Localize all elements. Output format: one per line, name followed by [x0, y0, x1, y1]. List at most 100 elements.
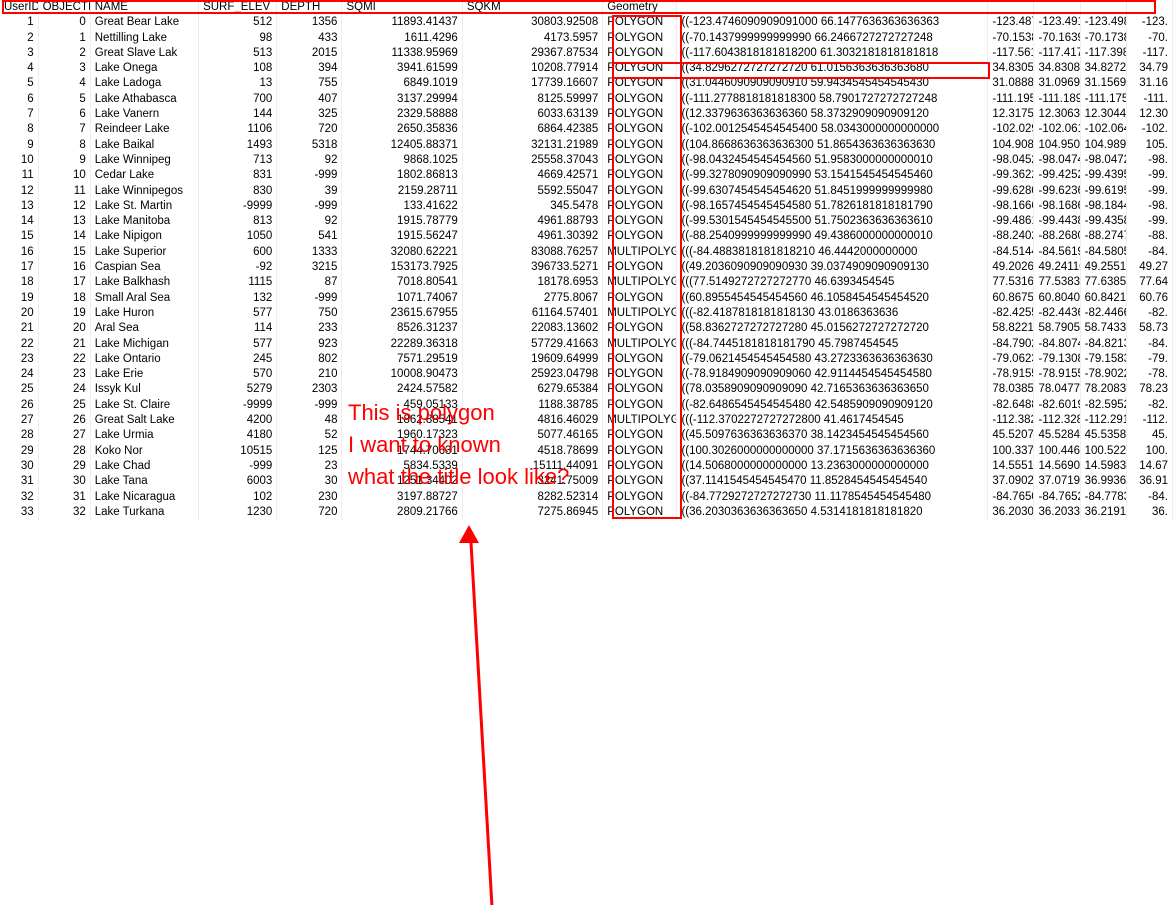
cell[interactable]: Great Bear Lake: [90, 15, 198, 30]
cell[interactable]: 407: [277, 92, 342, 107]
table-row[interactable]: 1413Lake Manitoba813921915.787794961.887…: [0, 214, 1173, 229]
cell[interactable]: 11893.41437: [342, 15, 462, 30]
table-row[interactable]: 2524Issyk Kul527923032424.575826279.6538…: [0, 382, 1173, 397]
table-row[interactable]: 1615Lake Superior600133332080.6222183088…: [0, 245, 1173, 260]
cell[interactable]: 1744.70631: [342, 444, 462, 459]
cell[interactable]: 33: [0, 505, 38, 520]
cell[interactable]: ((-99.5301545454545500 51.75023636363636…: [677, 214, 988, 229]
cell[interactable]: -98.: [1126, 199, 1172, 214]
col-surf[interactable]: SURF_ELEV: [199, 0, 277, 15]
cell[interactable]: 28: [38, 444, 90, 459]
cell[interactable]: Lake Vanern: [90, 107, 198, 122]
cell[interactable]: -999: [277, 199, 342, 214]
cell[interactable]: 25558.37043: [462, 153, 602, 168]
cell[interactable]: POLYGON: [603, 398, 677, 413]
cell[interactable]: ((78.0358909090909090 42.716536363636365…: [677, 382, 988, 397]
cell[interactable]: 27: [38, 428, 90, 443]
cell[interactable]: -79.1308: [1034, 352, 1080, 367]
cell[interactable]: 32080.62221: [342, 245, 462, 260]
cell[interactable]: 14.59831: [1080, 459, 1126, 474]
table-row[interactable]: 2322Lake Ontario2458027571.2951919609.64…: [0, 352, 1173, 367]
cell[interactable]: 396733.5271: [462, 260, 602, 275]
cell[interactable]: -92: [199, 260, 277, 275]
cell[interactable]: -117.: [1126, 46, 1172, 61]
cell[interactable]: 25: [38, 398, 90, 413]
cell[interactable]: 6: [0, 92, 38, 107]
cell[interactable]: (((-82.4187818181818130 43.0186363636: [677, 306, 988, 321]
cell[interactable]: ((31.0446090909090910 59.943454545454543…: [677, 76, 988, 91]
cell[interactable]: Lake Turkana: [90, 505, 198, 520]
cell[interactable]: 78.03855: [988, 382, 1034, 397]
cell[interactable]: -99.4395: [1080, 168, 1126, 183]
cell[interactable]: Lake Baikal: [90, 138, 198, 153]
cell[interactable]: 18178.6953: [462, 275, 602, 290]
cell[interactable]: 18: [0, 275, 38, 290]
cell[interactable]: 34.83055: [988, 61, 1034, 76]
cell[interactable]: 1611.4296: [342, 31, 462, 46]
cell[interactable]: -88.2680: [1034, 229, 1080, 244]
col-extra1[interactable]: [988, 0, 1034, 15]
cell[interactable]: 4816.46029: [462, 413, 602, 428]
cell[interactable]: 1356: [277, 15, 342, 30]
cell[interactable]: 1050: [199, 229, 277, 244]
cell[interactable]: 345.5478: [462, 199, 602, 214]
cell[interactable]: -9999: [199, 398, 277, 413]
cell[interactable]: 4: [38, 76, 90, 91]
cell[interactable]: ((37.1141545454545470 11.852845454545454…: [677, 474, 988, 489]
cell[interactable]: 21: [38, 337, 90, 352]
cell[interactable]: 1188.38785: [462, 398, 602, 413]
cell[interactable]: 144: [199, 107, 277, 122]
cell[interactable]: -79.1583: [1080, 352, 1126, 367]
cell[interactable]: 28: [0, 428, 38, 443]
cell[interactable]: 12405.88371: [342, 138, 462, 153]
cell[interactable]: Lake Onega: [90, 61, 198, 76]
cell[interactable]: -84.7650: [988, 490, 1034, 505]
cell[interactable]: 77.64: [1126, 275, 1172, 290]
cell[interactable]: 36.99360: [1080, 474, 1126, 489]
col-userid[interactable]: UserID: [0, 0, 38, 15]
cell[interactable]: 39: [277, 184, 342, 199]
cell[interactable]: 32131.21989: [462, 138, 602, 153]
cell[interactable]: ((-70.1437999999999990 66.24667272727272…: [677, 31, 988, 46]
cell[interactable]: POLYGON: [603, 15, 677, 30]
cell[interactable]: 1915.56247: [342, 229, 462, 244]
cell[interactable]: -79.0623: [988, 352, 1034, 367]
cell[interactable]: 108: [199, 61, 277, 76]
cell[interactable]: 2775.8067: [462, 291, 602, 306]
cell[interactable]: 104.9891: [1080, 138, 1126, 153]
cell[interactable]: 12.30444: [1080, 107, 1126, 122]
cell[interactable]: 29: [38, 459, 90, 474]
cell[interactable]: 1862.88541: [342, 413, 462, 428]
cell[interactable]: 5: [0, 76, 38, 91]
cell[interactable]: 14: [0, 214, 38, 229]
cell[interactable]: POLYGON: [603, 260, 677, 275]
cell[interactable]: Lake Ladoga: [90, 76, 198, 91]
cell[interactable]: 22: [0, 337, 38, 352]
cell[interactable]: POLYGON: [603, 367, 677, 382]
cell[interactable]: 831: [199, 168, 277, 183]
col-extra2[interactable]: [1034, 0, 1080, 15]
cell[interactable]: -84.8074: [1034, 337, 1080, 352]
cell[interactable]: 10208.77914: [462, 61, 602, 76]
cell[interactable]: 3941.61599: [342, 61, 462, 76]
cell[interactable]: 100.3374: [988, 444, 1034, 459]
cell[interactable]: 577: [199, 306, 277, 321]
cell[interactable]: 600: [199, 245, 277, 260]
cell[interactable]: 233: [277, 321, 342, 336]
cell[interactable]: -84.7902: [988, 337, 1034, 352]
cell[interactable]: -78.: [1126, 367, 1172, 382]
table-row[interactable]: 43Lake Onega1083943941.6159910208.77914P…: [0, 61, 1173, 76]
cell[interactable]: 1071.74067: [342, 291, 462, 306]
cell[interactable]: MULTIPOLYGON: [603, 413, 677, 428]
col-extra4[interactable]: [1126, 0, 1172, 15]
cell[interactable]: 6864.42385: [462, 122, 602, 137]
cell[interactable]: ((-78.9184909090909060 42.91144545454545…: [677, 367, 988, 382]
cell[interactable]: 12: [0, 184, 38, 199]
cell[interactable]: 230: [277, 490, 342, 505]
cell[interactable]: 49.20262: [988, 260, 1034, 275]
data-table[interactable]: UserID OBJECTID NAME SURF_ELEV DEPTH SQM…: [0, 0, 1173, 520]
cell[interactable]: 2329.58888: [342, 107, 462, 122]
col-geom[interactable]: Geometry: [603, 0, 677, 15]
cell[interactable]: 7275.86945: [462, 505, 602, 520]
cell[interactable]: -112.328: [1034, 413, 1080, 428]
